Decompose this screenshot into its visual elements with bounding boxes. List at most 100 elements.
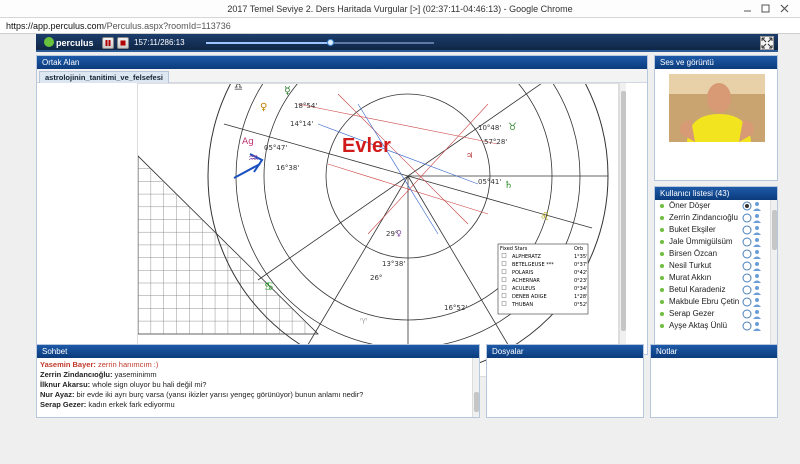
tab-document[interactable]: astrolojinin_tanitimi_ve_felsefesi [39,71,169,83]
chat-header: Sohbet [37,345,479,358]
user-list-scroll-thumb[interactable] [772,210,777,250]
chat-author: İlknur Akarsu: [40,380,91,389]
planet-glyph: Ag [242,137,254,147]
user-name: Buket Ekşiler [669,225,716,234]
planet-glyph: ♃ [466,151,473,160]
astrology-chart: 18°54' 14°14' 05°47' 16°38' 10°48' 57°28' 05°4… [138,84,609,376]
online-status-icon [660,216,664,220]
close-icon[interactable] [779,3,790,14]
user-permission-icons[interactable] [742,261,764,271]
chat-author: Yasemin Bayer: [40,360,96,369]
fixed-star-row: BETELGEUSE *** 0°37' [501,261,587,268]
chat-author: Zerrin Zindancıoğlu: [40,370,113,379]
user-name: Serap Gezer [669,309,715,318]
fixed-stars-orb-header: Orb [574,246,583,252]
address-bar[interactable]: https://app.perculus.com/Perculus.aspx?r… [0,18,800,34]
user-list-header: Kullanıcı listesi (43) [655,187,777,200]
online-status-icon [660,312,664,316]
fixed-star-orb: 1°35' [574,254,587,260]
user-permission-icons[interactable] [742,321,764,331]
progress-handle[interactable] [327,39,335,46]
shared-area-header: Ortak Alan [37,56,647,69]
user-name: Birsen Özcan [669,249,718,258]
online-status-icon [660,276,664,280]
canvas-scroll-thumb[interactable] [621,91,626,331]
playback-toolbar: perculus 157:11/286:13 [36,34,778,52]
user-list-item[interactable]: Jale Ümmigülsüm [655,236,768,248]
chat-message: Serap Gezer: kadın erkek fark ediyormu [40,400,468,410]
planet-glyph: ♌ [540,210,550,223]
user-list-item[interactable]: Öner Döşer [655,200,768,212]
user-permission-icons[interactable] [742,297,764,307]
online-status-icon [660,204,664,208]
pause-button[interactable] [102,37,114,49]
user-list-item[interactable]: Murat Akkın [655,272,768,284]
fixed-star-name: ACHERNAR [512,278,540,284]
planet-glyph: ☿ [284,84,291,97]
expand-icon [761,37,773,49]
chart-title: Evler [342,135,391,157]
chat-message: Yasemin Bayer: zerrin hanımcım :) [40,360,468,370]
user-list-item[interactable]: Buket Ekşiler [655,224,768,236]
fixed-star-orb: 1°28' [574,294,587,300]
chat-text: whole sign oluyor bu hali değil mi? [90,380,207,389]
degree-label: 16°52' [444,304,467,312]
maximize-icon[interactable] [760,3,771,14]
user-list-item[interactable]: Nesil Turkut [655,260,768,272]
user-name: Ayşe Aktaş Ünlü [669,321,728,330]
user-list-item[interactable]: Ayşe Aktaş Ünlü [655,320,768,332]
canvas-scrollbar[interactable] [619,83,626,355]
user-name: Öner Döşer [669,201,711,210]
degree-label: 10°48' [478,124,501,132]
perculus-app: perculus 157:11/286:13 Ortak Alan astrol… [0,34,800,464]
user-list-item[interactable]: Serap Gezer [655,308,768,320]
user-list-item[interactable]: Makbule Ebru Çetin [655,296,768,308]
shared-area-panel: Ortak Alan astrolojinin_tanitimi_ve_fels… [36,55,648,377]
online-status-icon [660,288,664,292]
chat-message: Nur Ayaz: bir evde iki ayrı burç varsa (… [40,390,468,400]
minimize-icon[interactable] [742,3,753,14]
perculus-logo-icon [44,37,54,47]
chat-text: yaseminimm [112,370,157,379]
fixed-star-name: ALPHERATZ [512,254,541,260]
user-list-scrollbar[interactable] [770,200,777,365]
user-name: Nesil Turkut [669,261,712,270]
user-permission-icons[interactable] [742,237,764,247]
playback-time: 157:11/286:13 [134,38,185,47]
notes-header: Notlar [651,345,777,358]
planet-glyph: ♒ [248,151,259,165]
progress-slider[interactable] [206,39,434,46]
planet-glyph: ♎ [234,84,243,93]
user-permission-icons[interactable] [742,249,764,259]
address-domain: https://app.perculus.com [6,21,105,31]
user-permission-icons[interactable] [742,225,764,235]
brand-name: perculus [56,38,94,48]
degree-label: 16°38' [276,164,299,172]
chart-canvas[interactable]: 18°54' 14°14' 05°47' 16°38' 10°48' 57°28' 05°4… [137,83,619,377]
files-panel: Dosyalar [486,344,644,418]
online-status-icon [660,240,664,244]
degree-label: 18°54' [294,102,317,110]
fixed-star-name: ACULEUS [512,286,535,292]
user-permission-icons[interactable] [742,285,764,295]
user-permission-icons[interactable] [742,309,764,319]
online-status-icon [660,324,664,328]
files-header: Dosyalar [487,345,643,358]
chat-scroll-thumb[interactable] [474,392,479,412]
online-status-icon [660,264,664,268]
degree-label: 57°28' [484,138,507,146]
chat-message: İlknur Akarsu: whole sign oluyor bu hali… [40,380,468,390]
fullscreen-button[interactable] [760,36,774,50]
user-permission-icons[interactable] [742,201,764,211]
chat-panel: Sohbet Yasemin Bayer: zerrin hanımcım :)… [36,344,480,418]
stop-button[interactable] [117,37,129,49]
user-list-item[interactable]: Betul Karadeniz [655,284,768,296]
user-permission-icons[interactable] [742,213,764,223]
fixed-star-name: POLARIS [512,270,533,276]
user-list-item[interactable]: Zerrin Zindancıoğlu [655,212,768,224]
document-tabs: astrolojinin_tanitimi_ve_felsefesi [37,69,647,83]
user-permission-icons[interactable] [742,273,764,283]
webcam-video [669,74,765,142]
chat-scrollbar[interactable] [472,358,479,417]
user-list-item[interactable]: Birsen Özcan [655,248,768,260]
